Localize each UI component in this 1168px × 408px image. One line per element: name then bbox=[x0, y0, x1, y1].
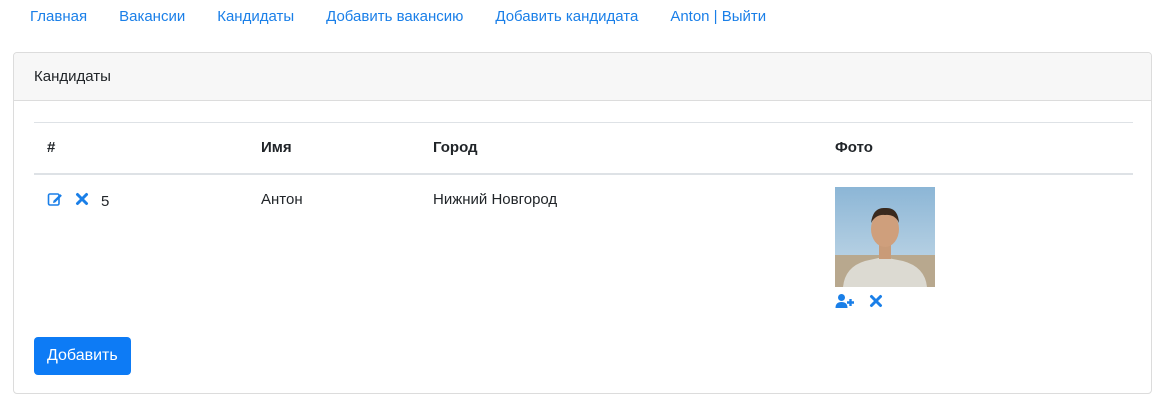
delete-candidate-icon[interactable] bbox=[75, 192, 89, 210]
delete-photo-icon[interactable] bbox=[869, 294, 883, 312]
column-header-photo: Фото bbox=[835, 139, 873, 156]
card-header: Кандидаты bbox=[14, 53, 1151, 101]
candidate-city: Нижний Новгород bbox=[433, 191, 558, 208]
nav-candidates-link[interactable]: Кандидаты bbox=[201, 0, 310, 34]
row-id-cell: 5 bbox=[47, 191, 109, 211]
table-row: 5 Антон Нижний Новгород bbox=[34, 175, 1133, 325]
column-header-city: Город bbox=[433, 139, 478, 156]
table-header-row: # Имя Город Фото bbox=[34, 122, 1133, 175]
photo-actions bbox=[835, 293, 883, 313]
column-header-number: # bbox=[47, 139, 56, 156]
nav-add-candidate-link[interactable]: Добавить кандидата bbox=[479, 0, 654, 34]
nav-add-vacancy-link[interactable]: Добавить вакансию bbox=[310, 0, 479, 34]
user-plus-icon[interactable] bbox=[835, 293, 855, 313]
candidate-photo bbox=[835, 187, 935, 287]
card-title: Кандидаты bbox=[34, 68, 111, 85]
candidate-id: 5 bbox=[101, 192, 110, 210]
nav-logout-link[interactable]: Anton | Выйти bbox=[654, 0, 782, 34]
edit-icon[interactable] bbox=[47, 191, 63, 211]
candidates-table: # Имя Город Фото 5 Антон Нижний Новгород bbox=[34, 122, 1133, 325]
candidates-card: Кандидаты # Имя Город Фото 5 Антон Нижни… bbox=[13, 52, 1152, 394]
top-navigation: Главная Вакансии Кандидаты Добавить вака… bbox=[14, 0, 782, 34]
add-button[interactable]: Добавить bbox=[34, 337, 131, 375]
candidate-name: Антон bbox=[261, 191, 303, 208]
column-header-name: Имя bbox=[261, 139, 292, 156]
nav-home-link[interactable]: Главная bbox=[14, 0, 103, 34]
nav-vacancies-link[interactable]: Вакансии bbox=[103, 0, 201, 34]
